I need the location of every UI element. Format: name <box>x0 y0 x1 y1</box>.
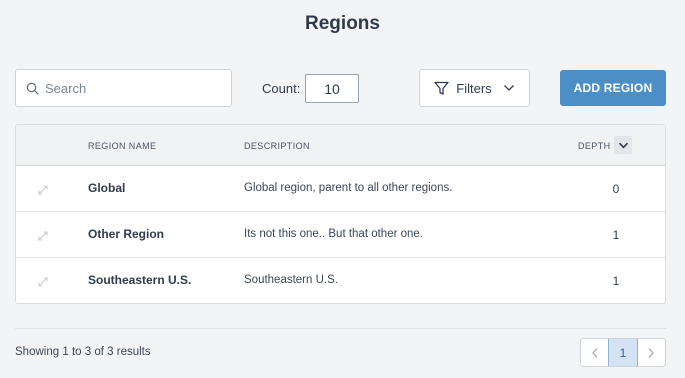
footer-divider <box>15 328 666 329</box>
table-row[interactable]: Other Region Its not this one.. But that… <box>16 212 665 258</box>
search-input[interactable] <box>45 80 215 96</box>
showing-total: 3 <box>107 346 114 358</box>
expand-icon[interactable] <box>37 183 49 201</box>
region-depth: 1 <box>612 228 620 242</box>
chevron-left-icon <box>591 347 598 358</box>
pagination: 1 <box>580 338 666 367</box>
region-depth: 0 <box>612 182 620 196</box>
chevron-down-icon <box>618 142 628 148</box>
regions-table: REGION NAME DESCRIPTION DEPTH Global Glo… <box>15 124 666 304</box>
showing-prefix: Showing <box>15 346 60 358</box>
page-title: Regions <box>305 13 380 34</box>
region-name: Global <box>88 181 126 195</box>
filters-label: Filters <box>456 80 492 96</box>
chevron-right-icon <box>648 347 655 358</box>
sort-depth-button[interactable] <box>614 136 632 154</box>
expand-icon[interactable] <box>37 275 49 293</box>
showing-of-word: of <box>94 346 104 358</box>
add-region-button[interactable]: ADD REGION <box>560 70 666 106</box>
table-row[interactable]: Southeastern U.S. Southeastern U.S. 1 <box>16 258 665 303</box>
filter-icon <box>434 81 449 95</box>
table-row[interactable]: Global Global region, parent to all othe… <box>16 166 665 212</box>
region-description: Global region, parent to all other regio… <box>244 182 453 194</box>
column-header-region-name[interactable]: REGION NAME <box>88 141 156 151</box>
region-description: Southeastern U.S. <box>244 274 338 286</box>
next-page-button[interactable] <box>638 339 665 366</box>
prev-page-button[interactable] <box>581 339 608 366</box>
region-description: Its not this one.. But that other one. <box>244 228 424 240</box>
results-summary: Showing 1 to 3 of 3 results <box>15 346 151 358</box>
page-number-current[interactable]: 1 <box>608 339 638 366</box>
filters-button[interactable]: Filters <box>419 69 530 107</box>
column-header-description[interactable]: DESCRIPTION <box>244 141 310 151</box>
region-name: Southeastern U.S. <box>88 273 192 287</box>
showing-from: 1 <box>62 346 69 358</box>
table-header: REGION NAME DESCRIPTION DEPTH <box>16 125 665 166</box>
search-icon <box>26 82 39 95</box>
showing-to-word: to <box>71 346 82 358</box>
count-input[interactable] <box>305 74 359 103</box>
showing-to: 3 <box>84 346 92 358</box>
count-label: Count: <box>262 81 301 96</box>
search-field[interactable] <box>15 69 232 107</box>
expand-icon[interactable] <box>37 229 49 247</box>
showing-suffix: results <box>116 346 151 358</box>
region-depth: 1 <box>612 274 620 288</box>
region-name: Other Region <box>88 227 165 241</box>
column-header-depth[interactable]: DEPTH <box>578 141 611 151</box>
chevron-down-icon <box>503 85 514 91</box>
